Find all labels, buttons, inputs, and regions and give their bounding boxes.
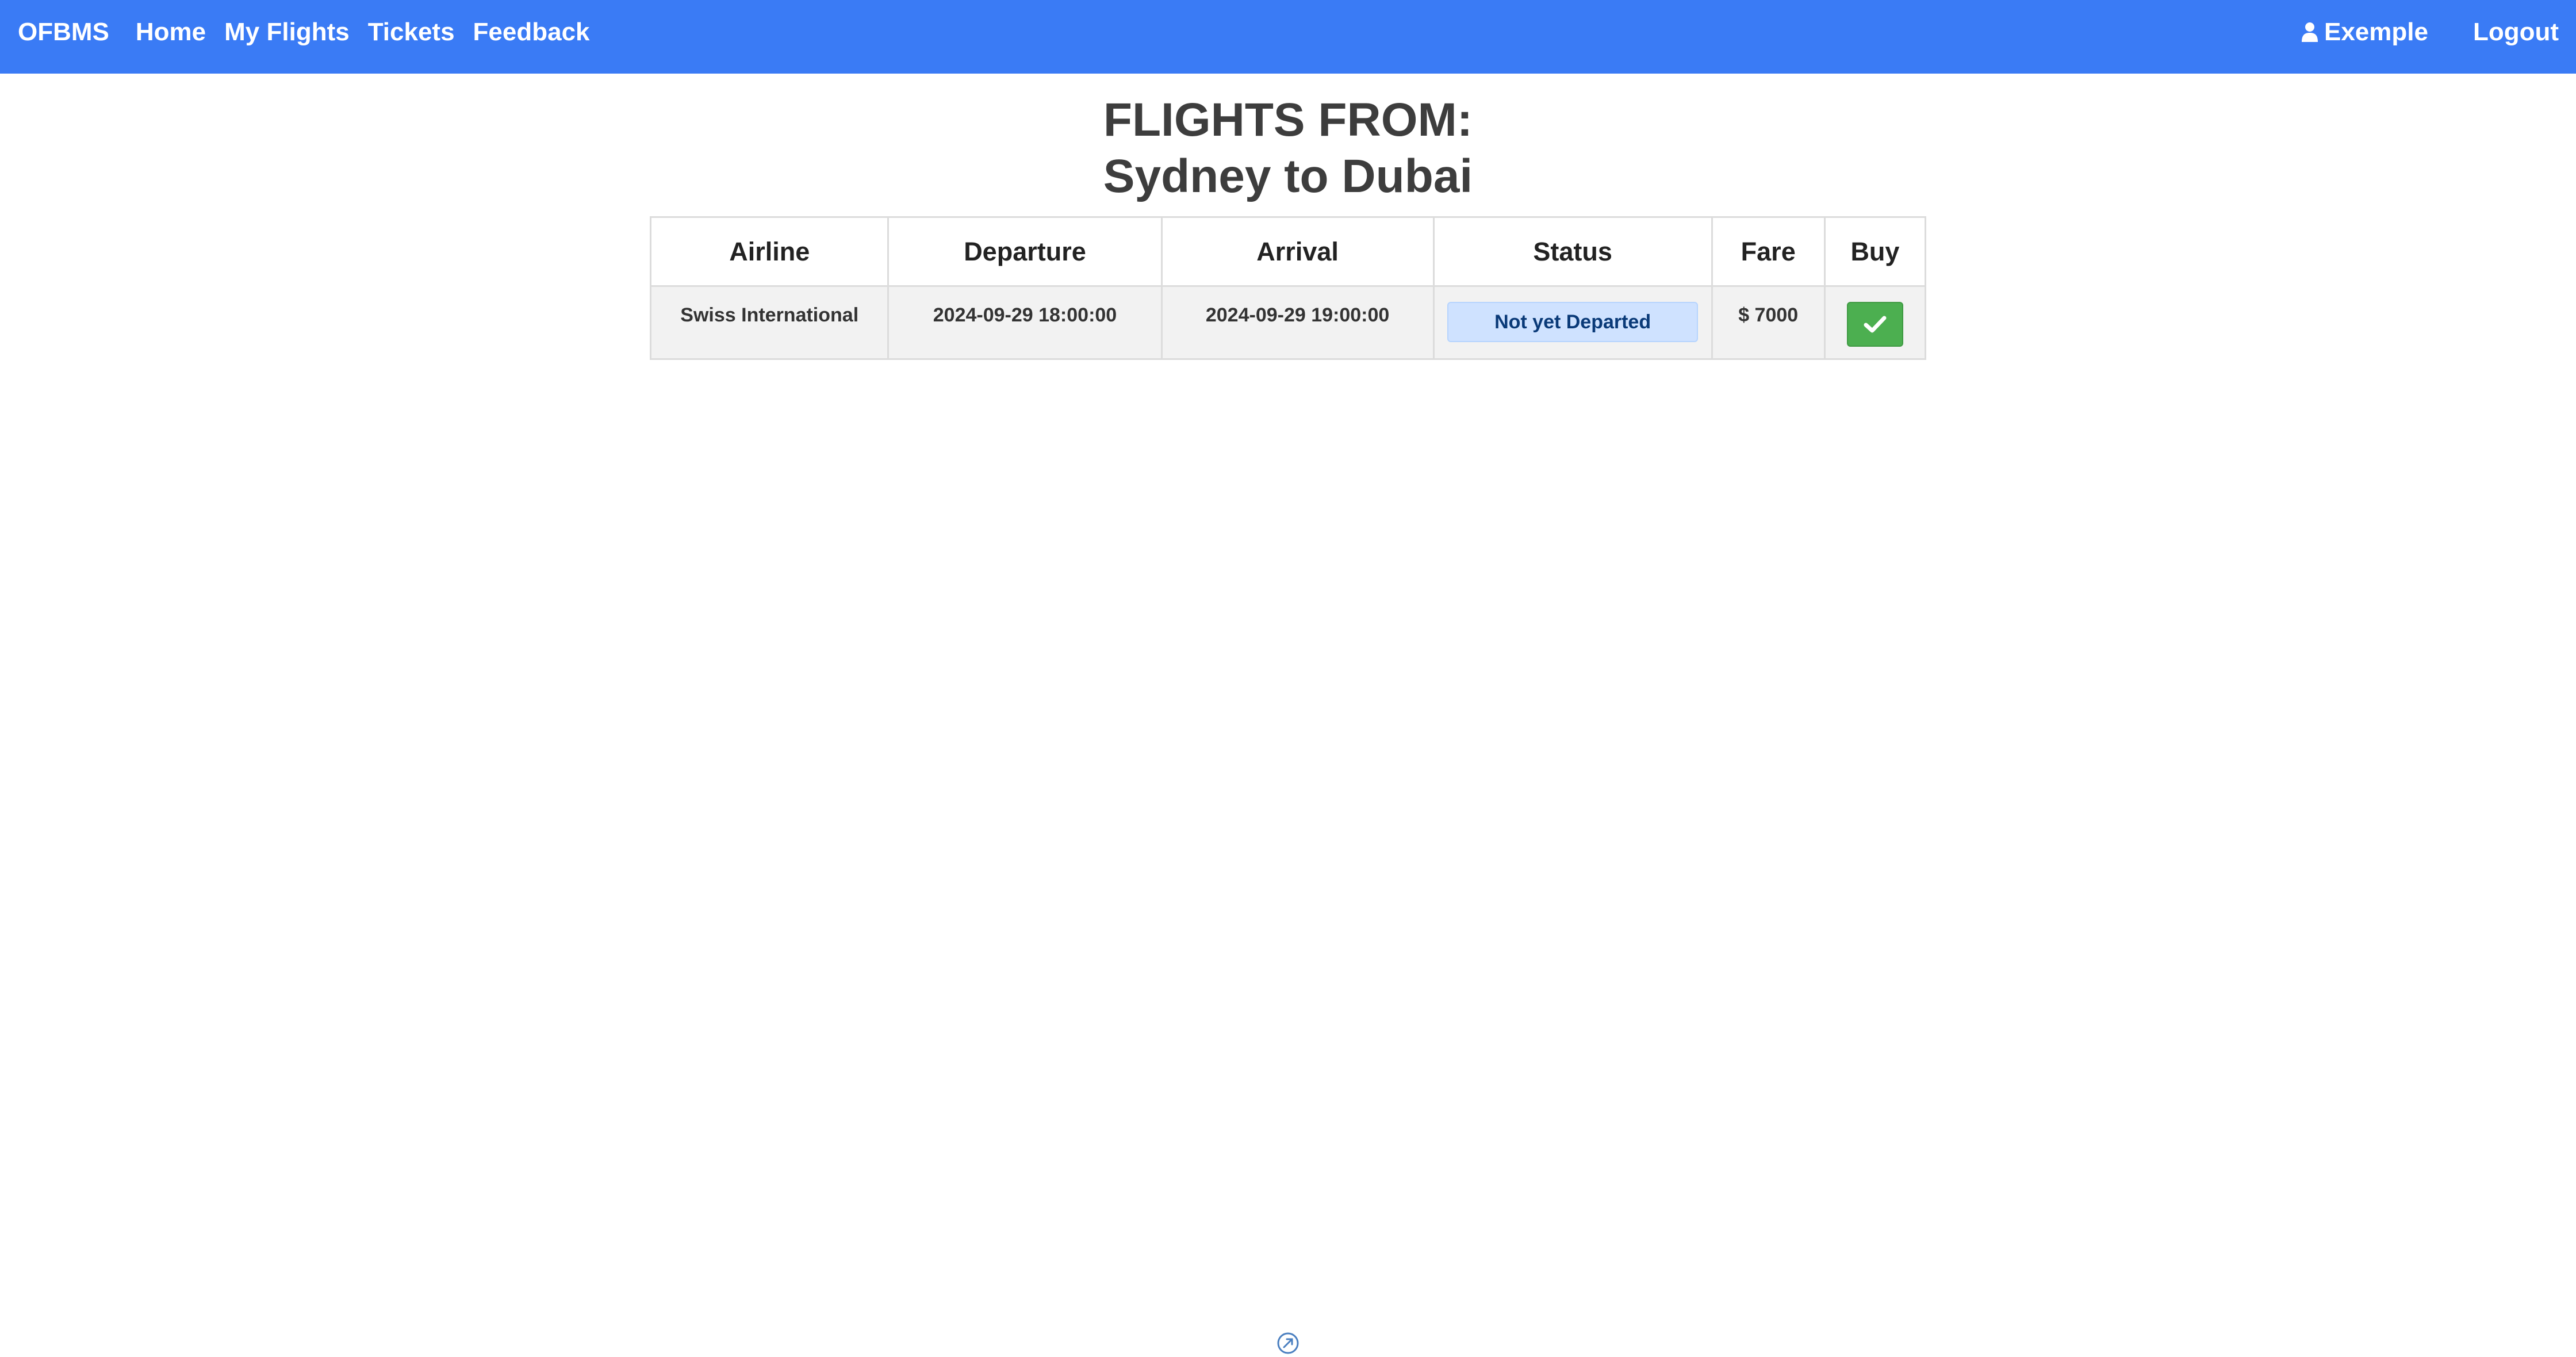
table-header-row: Airline Departure Arrival Status Fare Bu… (649, 216, 1927, 287)
col-header-buy: Buy (1823, 216, 1927, 287)
nav-link-my-flights[interactable]: My Flights (224, 18, 350, 47)
cell-fare: $ 7000 (1711, 285, 1826, 360)
col-header-arrival: Arrival (1160, 216, 1435, 287)
nav-link-home[interactable]: Home (136, 18, 206, 47)
nav-right-group: Exemple Logout (2301, 0, 2576, 74)
cell-departure: 2024-09-29 18:00:00 (887, 285, 1163, 360)
status-badge: Not yet Departed (1447, 302, 1699, 342)
brand-link[interactable]: OFBMS (18, 18, 109, 47)
nav-link-tickets[interactable]: Tickets (368, 18, 455, 47)
cell-status: Not yet Departed (1432, 285, 1713, 360)
col-header-fare: Fare (1711, 216, 1826, 287)
page-title-line2: Sydney to Dubai (1103, 150, 1473, 202)
top-navbar: OFBMS Home My Flights Tickets Feedback E… (0, 0, 2576, 74)
buy-button[interactable] (1846, 302, 1903, 347)
page-title: FLIGHTS FROM: Sydney to Dubai (0, 92, 2576, 205)
col-header-airline: Airline (649, 216, 890, 287)
cell-airline: Swiss International (649, 285, 890, 360)
user-name: Exemple (2324, 18, 2428, 46)
cell-arrival: 2024-09-29 19:00:00 (1160, 285, 1435, 360)
flights-table: Airline Departure Arrival Status Fare Bu… (649, 216, 1927, 360)
external-link-icon[interactable] (1276, 1332, 1300, 1355)
check-icon (1864, 316, 1887, 333)
nav-link-feedback[interactable]: Feedback (473, 18, 590, 47)
page-title-line1: FLIGHTS FROM: (1103, 94, 1473, 146)
col-header-departure: Departure (887, 216, 1163, 287)
user-menu-link[interactable]: Exemple (2301, 18, 2428, 47)
cell-buy (1823, 285, 1927, 360)
logout-link[interactable]: Logout (2473, 18, 2559, 47)
col-header-status: Status (1432, 216, 1713, 287)
table-row: Swiss International 2024-09-29 18:00:00 … (649, 285, 1927, 360)
user-icon (2301, 22, 2318, 42)
